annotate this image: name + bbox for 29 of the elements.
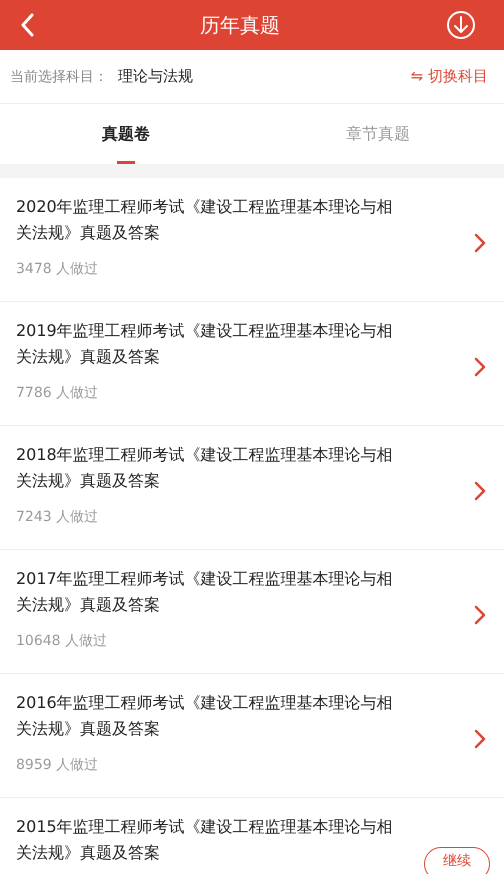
paper-item[interactable]: 2017年监理工程师考试《建设工程监理基本理论与相关法规》真题及答案 10648 人做过 <box>0 550 504 674</box>
subject-value: 理论与法规 <box>118 67 193 86</box>
attempt-count: 8959 人做过 <box>16 756 100 774</box>
paper-title: 2018年监理工程师考试《建设工程监理基本理论与相关法规》真题及答案 <box>16 444 394 492</box>
back-icon[interactable] <box>20 13 34 37</box>
attempt-count: 7243 人做过 <box>16 508 100 526</box>
chevron-icon <box>474 728 486 748</box>
tab[interactable]: 真题卷 <box>0 104 252 164</box>
paper-title: 2015年监理工程师考试《建设工程监理基本理论与相关法规》真题及答案 <box>16 816 394 864</box>
paper-item[interactable]: 2020年监理工程师考试《建设工程监理基本理论与相关法规》真题及答案 3478 人做过 <box>0 178 504 302</box>
paper-title: 2017年监理工程师考试《建设工程监理基本理论与相关法规》真题及答案 <box>16 568 394 616</box>
page-title: 历年真题 <box>200 12 280 38</box>
paper-item[interactable]: 2016年监理工程师考试《建设工程监理基本理论与相关法规》真题及答案 8959 人做过 <box>0 674 504 798</box>
switch-subject-link[interactable]: ⇋ 切换科目 <box>410 67 488 86</box>
chevron-icon <box>474 232 486 252</box>
chevron-icon <box>474 604 486 624</box>
paper-title: 2016年监理工程师考试《建设工程监理基本理论与相关法规》真题及答案 <box>16 692 394 740</box>
paper-item[interactable]: 2018年监理工程师考试《建设工程监理基本理论与相关法规》真题及答案 7243 人做过 <box>0 426 504 550</box>
subject-label: 当前选择科目： <box>10 68 108 86</box>
attempt-count: 7786 人做过 <box>16 384 100 402</box>
attempt-count: 10648 人做过 <box>16 632 108 650</box>
download-icon[interactable] <box>446 10 476 40</box>
continue-button[interactable]: 继续 <box>424 847 490 874</box>
paper-title: 2019年监理工程师考试《建设工程监理基本理论与相关法规》真题及答案 <box>16 320 394 368</box>
chevron-icon <box>474 480 486 500</box>
chevron-icon <box>474 356 486 376</box>
paper-item[interactable]: 2019年监理工程师考试《建设工程监理基本理论与相关法规》真题及答案 7786 人做过 <box>0 302 504 426</box>
paper-title: 2020年监理工程师考试《建设工程监理基本理论与相关法规》真题及答案 <box>16 196 394 244</box>
attempt-count: 3478 人做过 <box>16 260 100 278</box>
